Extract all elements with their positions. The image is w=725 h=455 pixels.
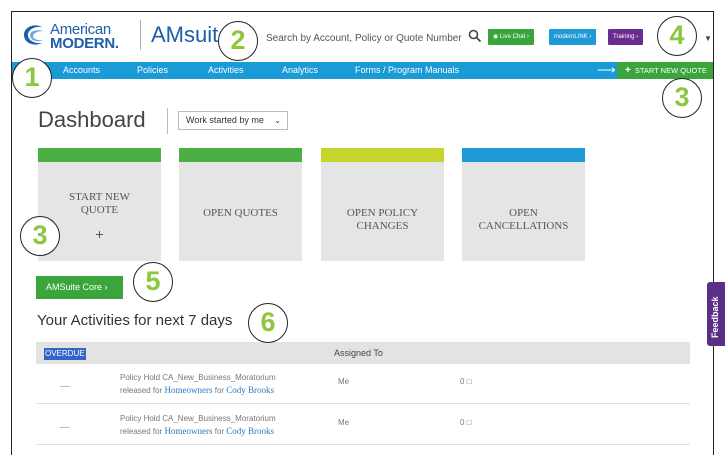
nav-item-analytics[interactable]: Analytics [282, 65, 318, 75]
american-modern-logo[interactable]: American MODERN. [20, 19, 140, 52]
row-comments[interactable]: 0 □ [460, 377, 472, 386]
row-desc-for: for [214, 427, 225, 436]
tile-label-line1: START NEW [69, 191, 130, 203]
search-icon[interactable] [468, 29, 482, 43]
logo-text-bottom: MODERN. [50, 35, 119, 52]
title-divider [167, 108, 168, 134]
comment-count: 0 [460, 377, 465, 386]
header: American MODERN. AMsuite ◉ Live Chat › m… [12, 12, 713, 62]
chevron-down-icon: ⌄ [274, 116, 281, 125]
tile-open-policy-changes[interactable]: OPEN POLICY CHANGES [321, 148, 444, 261]
annotation-marker-2: 2 [218, 21, 258, 61]
tile-label-line2: CANCELLATIONS [478, 220, 569, 232]
arrow-right-icon: ⟶ [597, 62, 616, 77]
row-description: Policy Hold CA_New_Business_Moratorium r… [120, 372, 320, 397]
live-chat-button[interactable]: ◉ Live Chat › [488, 29, 534, 45]
feedback-tab[interactable]: Feedback [707, 282, 725, 346]
chat-icon: ◉ [493, 34, 500, 40]
comment-icon: □ [466, 418, 472, 427]
live-chat-label: Live Chat [499, 34, 526, 40]
row-comments[interactable]: 0 □ [460, 418, 472, 427]
row-desc-line1: Policy Hold CA_New_Business_Moratorium [120, 414, 276, 423]
training-button[interactable]: Training › [608, 29, 644, 45]
row-status: — [60, 381, 70, 392]
feedback-label: Feedback [710, 296, 720, 338]
activities-title: Your Activities for next 7 days [37, 312, 233, 329]
nav-item-accounts[interactable]: Accounts [63, 65, 100, 75]
start-new-quote-label: START NEW QUOTE [634, 66, 707, 75]
row-desc-released: released for [120, 427, 163, 436]
activities-table-header: OVERDUE Assigned To [36, 342, 690, 364]
tile-open-quotes[interactable]: OPEN QUOTES [179, 148, 302, 261]
comment-icon: □ [466, 377, 472, 386]
annotation-marker-1: 1 [12, 58, 52, 98]
logo-divider [140, 20, 141, 50]
amsuite-core-button[interactable]: AMSuite Core › [36, 276, 123, 299]
annotation-marker-4: 4 [657, 16, 697, 56]
tile-label-line2: CHANGES [356, 220, 409, 232]
row-assigned: Me [338, 418, 350, 427]
tile-label-line2: QUOTE [80, 204, 119, 216]
tile-color-bar [179, 148, 302, 162]
annotation-marker-6: 6 [248, 303, 288, 343]
row-desc-released: released for [120, 386, 163, 395]
annotation-marker-3b: 3 [20, 216, 60, 256]
nav-item-forms-program-manuals[interactable]: Forms / Program Manuals [355, 65, 459, 75]
search-input[interactable] [266, 28, 481, 48]
tile-color-bar [321, 148, 444, 162]
modernlink-label: modernLINK [554, 34, 588, 40]
row-description: Policy Hold CA_New_Business_Moratorium r… [120, 413, 320, 438]
row-desc-line1: Policy Hold CA_New_Business_Moratorium [120, 373, 276, 382]
tile-label-line1: OPEN POLICY [346, 207, 419, 219]
annotation-marker-3: 3 [662, 78, 702, 118]
row-assigned: Me [338, 377, 350, 386]
homeowners-link[interactable]: Homeowners [164, 385, 212, 395]
tile-label-line1: OPEN QUOTES [203, 207, 278, 219]
homeowners-link[interactable]: Homeowners [164, 426, 212, 436]
plus-icon: + [625, 65, 631, 76]
annotation-marker-5: 5 [133, 262, 173, 302]
tile-label-line1: OPEN [509, 207, 538, 219]
customer-link[interactable]: Cody Brooks [226, 385, 274, 395]
comment-count: 0 [460, 418, 465, 427]
work-filter-value: Work started by me [186, 115, 264, 125]
logo-swirl-icon [24, 25, 44, 45]
table-row: — Policy Hold CA_New_Business_Moratorium… [36, 405, 690, 445]
user-menu-caret-icon[interactable]: ▼ [704, 34, 712, 43]
row-status: — [60, 422, 70, 433]
table-row: — Policy Hold CA_New_Business_Moratorium… [36, 364, 690, 404]
main-nav: Accounts Policies Activities Analytics F… [12, 62, 713, 79]
tile-open-cancellations[interactable]: OPEN CANCELLATIONS [462, 148, 585, 261]
work-filter-select[interactable]: Work started by me ⌄ [178, 111, 288, 130]
page-title: Dashboard [38, 107, 146, 132]
tile-color-bar [462, 148, 585, 162]
app-frame: American MODERN. AMsuite ◉ Live Chat › m… [11, 11, 714, 455]
modernlink-button[interactable]: modernLINK › [549, 29, 597, 45]
assigned-to-header: Assigned To [334, 348, 383, 358]
customer-link[interactable]: Cody Brooks [226, 426, 274, 436]
overdue-label[interactable]: OVERDUE [44, 348, 86, 360]
training-label: Training [613, 34, 635, 40]
nav-item-activities[interactable]: Activities [208, 65, 244, 75]
tile-color-bar [38, 148, 161, 162]
row-desc-for: for [214, 386, 225, 395]
start-new-quote-button[interactable]: + START NEW QUOTE [617, 62, 713, 79]
amsuite-core-label: AMSuite Core [46, 282, 103, 292]
nav-item-policies[interactable]: Policies [137, 65, 168, 75]
